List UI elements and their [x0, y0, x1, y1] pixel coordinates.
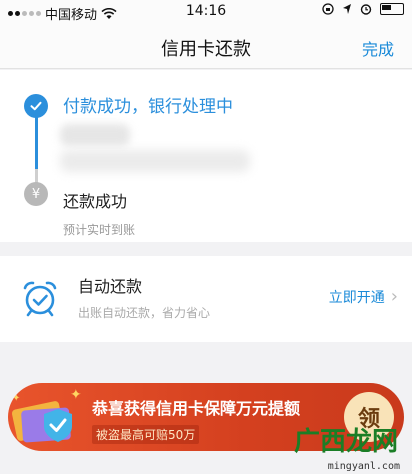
promo-title: 恭喜获得信用卡保障万元提额	[92, 399, 301, 418]
lock-rotation-icon	[322, 3, 334, 15]
alarm-icon	[360, 4, 372, 15]
sparkle-icon: ✦	[12, 393, 21, 404]
chevron-right-icon: ›	[390, 286, 398, 307]
promo-subtitle: 被盗最高可赔50万	[92, 425, 200, 444]
redacted-info	[60, 150, 250, 172]
enable-label: 立即开通	[328, 289, 385, 306]
location-icon	[343, 4, 351, 14]
site-watermark: 广西龙网 mingyanl.com	[286, 421, 404, 474]
yuan-icon: ¥	[24, 182, 48, 206]
page-title: 信用卡还款	[161, 39, 251, 60]
auto-repayment-title: 自动还款	[78, 277, 143, 296]
battery-icon	[380, 3, 404, 15]
enable-auto-repayment-button[interactable]: 立即开通 ›	[329, 286, 398, 307]
progress-line-complete	[35, 114, 38, 169]
sparkle-icon: ✦	[70, 387, 82, 403]
watermark-text: 广西龙网	[293, 427, 398, 457]
step-payment-success-title: 付款成功，银行处理中	[63, 97, 233, 117]
auto-repayment-subtitle: 出账自动还款，省力省心	[78, 306, 211, 320]
step-repayment-success-subtitle: 预计实时到账	[63, 223, 136, 237]
alarm-clock-icon	[23, 281, 57, 317]
done-button[interactable]: 完成	[362, 36, 394, 60]
step-repayment-success-title: 还款成功	[63, 192, 128, 211]
redacted-info	[60, 124, 130, 146]
check-icon	[24, 94, 48, 118]
auto-repayment-card[interactable]: 自动还款 出账自动还款，省力省心 立即开通 ›	[0, 256, 412, 342]
status-bar: 中国移动 14:16	[0, 0, 412, 24]
repayment-progress-card: 付款成功，银行处理中 ¥ 还款成功 预计实时到账	[0, 70, 412, 242]
status-right	[322, 3, 404, 15]
nav-bar: 信用卡还款 完成	[0, 24, 412, 69]
watermark-url: mingyanl.com	[327, 461, 400, 472]
